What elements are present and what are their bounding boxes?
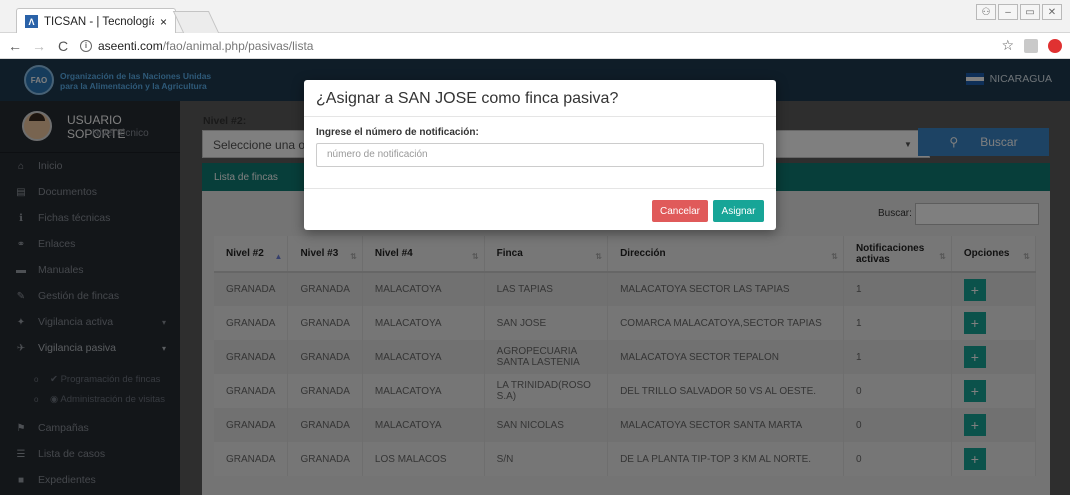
extension-icon[interactable]: [1024, 38, 1038, 53]
reload-icon[interactable]: C: [56, 38, 70, 54]
close-window-icon[interactable]: ✕: [1042, 4, 1062, 20]
address-bar: ← → C i aseenti.com/fao/animal.php/pasiv…: [0, 33, 1070, 59]
url-field[interactable]: i aseenti.com/fao/animal.php/pasivas/lis…: [80, 39, 991, 53]
url-path: /fao/animal.php/pasivas/lista: [162, 38, 314, 53]
assign-button[interactable]: Asignar: [713, 200, 764, 222]
new-tab-button[interactable]: [172, 11, 220, 33]
modal-divider: [304, 116, 776, 117]
forward-icon[interactable]: →: [32, 38, 46, 54]
info-icon[interactable]: i: [80, 39, 92, 52]
browser-tab-bar: Λ TICSAN - | Tecnología de × ⚇ – ▭ ✕: [0, 0, 1070, 34]
user-icon[interactable]: ⚇: [976, 4, 996, 20]
close-tab-icon[interactable]: ×: [160, 15, 167, 29]
modal-title: ¿Asignar a SAN JOSE como finca pasiva?: [316, 90, 619, 107]
assign-modal: ¿Asignar a SAN JOSE como finca pasiva? I…: [304, 80, 776, 230]
back-icon[interactable]: ←: [8, 38, 22, 54]
cancel-button[interactable]: Cancelar: [652, 200, 708, 222]
browser-tab[interactable]: Λ TICSAN - | Tecnología de ×: [16, 8, 176, 34]
bookmark-star-icon[interactable]: ☆: [1001, 37, 1014, 54]
notification-label: Ingrese el número de notificación:: [316, 127, 479, 138]
site-favicon-icon: Λ: [25, 15, 38, 28]
modal-divider: [304, 188, 776, 189]
url-host: aseenti.com: [98, 38, 163, 53]
notification-number-input[interactable]: número de notificación: [316, 143, 764, 167]
opera-extension-icon[interactable]: [1048, 38, 1062, 53]
window-controls: ⚇ – ▭ ✕: [976, 4, 1062, 20]
minimize-icon[interactable]: –: [998, 4, 1018, 20]
tab-title: TICSAN - | Tecnología de: [44, 15, 154, 28]
maximize-icon[interactable]: ▭: [1020, 4, 1040, 20]
